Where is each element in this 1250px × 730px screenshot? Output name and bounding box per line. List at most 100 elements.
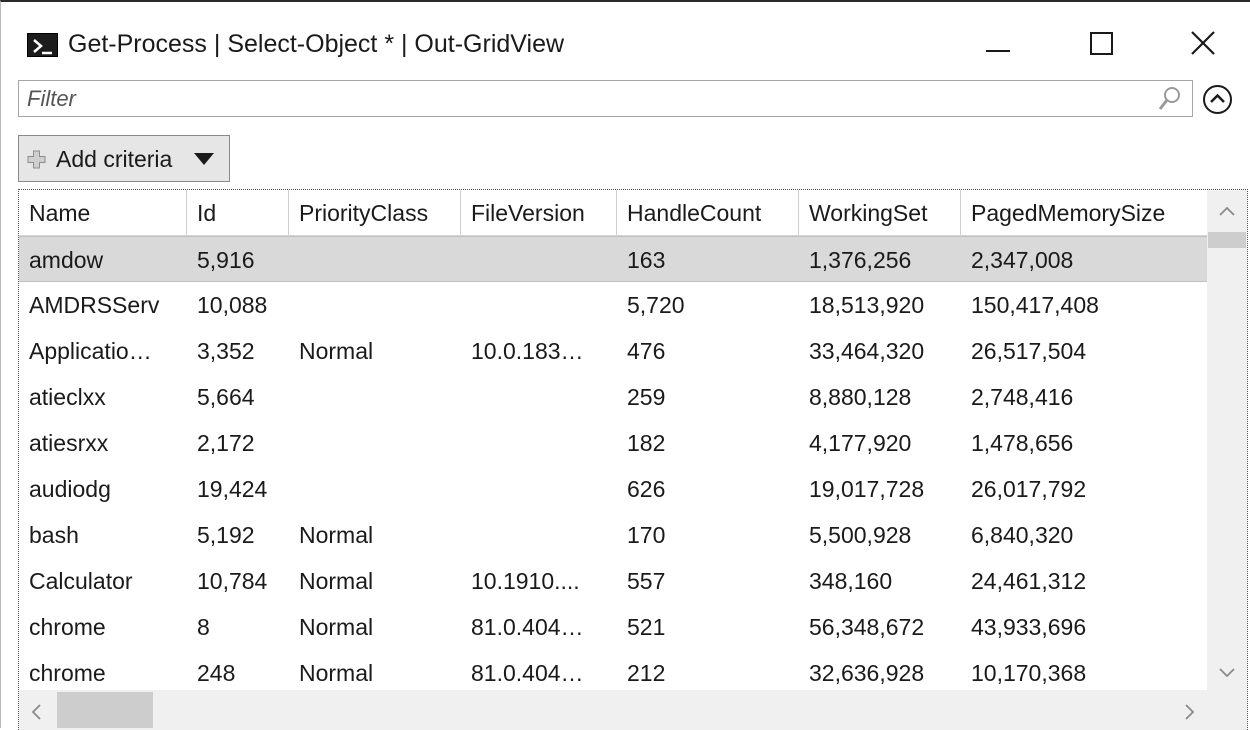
- cell-pagedmemorysize: 2,347,008: [971, 247, 1074, 273]
- filter-box: [18, 80, 1193, 117]
- horizontal-scroll-thumb[interactable]: [57, 692, 153, 728]
- scroll-up-icon[interactable]: [1217, 204, 1237, 218]
- cell-workingset: 5,500,928: [809, 522, 912, 548]
- title-bar[interactable]: Get-Process | Select-Object * | Out-Grid…: [1, 2, 1250, 84]
- table-row[interactable]: bash 5,192 Normal 170 5,500,928 6,840,32…: [19, 512, 1209, 558]
- cell-id: 2,172: [197, 430, 255, 456]
- close-button[interactable]: [1173, 20, 1233, 70]
- caret-down-icon: [194, 153, 214, 165]
- cell-priorityclass: [289, 466, 461, 512]
- cell-priorityclass: [289, 374, 461, 420]
- chevron-up-circle-icon[interactable]: [1202, 84, 1233, 115]
- cell-handlecount: 5,720: [627, 292, 685, 318]
- column-header-priorityclass[interactable]: PriorityClass: [289, 190, 461, 236]
- cell-priorityclass: Normal: [299, 338, 374, 364]
- cell-fileversion: [461, 512, 617, 558]
- cell-workingset: 56,348,672: [809, 614, 925, 640]
- cell-priorityclass: Normal: [299, 522, 374, 548]
- cell-pagedmemorysize: 43,933,696: [971, 614, 1087, 640]
- cell-id: 5,664: [197, 384, 255, 410]
- grid-view-window: Get-Process | Select-Object * | Out-Grid…: [0, 0, 1250, 730]
- cell-pagedmemorysize: 150,417,408: [971, 292, 1099, 318]
- cell-name: chrome: [29, 614, 106, 640]
- cell-priorityclass: [289, 237, 461, 283]
- cell-handlecount: 182: [627, 430, 666, 456]
- grid-header: Name Id PriorityClass FileVersion Handle…: [19, 190, 1209, 236]
- cell-pagedmemorysize: 26,517,504: [971, 338, 1087, 364]
- cell-name: bash: [29, 522, 79, 548]
- table-row[interactable]: atieclxx 5,664 259 8,880,128 2,748,416: [19, 374, 1209, 420]
- cell-fileversion: [461, 466, 617, 512]
- column-header-id[interactable]: Id: [187, 190, 289, 236]
- cell-workingset: 18,513,920: [809, 292, 925, 318]
- column-header-name[interactable]: Name: [19, 190, 187, 236]
- cell-priorityclass: [289, 282, 461, 328]
- table-row[interactable]: atiesrxx 2,172 182 4,177,920 1,478,656: [19, 420, 1209, 466]
- cell-name: Calculator: [29, 568, 133, 594]
- minimize-icon: [986, 50, 1010, 52]
- cell-name: atiesrxx: [29, 430, 109, 456]
- cell-workingset: 19,017,728: [809, 476, 925, 502]
- cell-fileversion: [461, 237, 617, 283]
- maximize-icon: [1090, 32, 1113, 55]
- cell-id: 10,784: [197, 568, 268, 594]
- cell-handlecount: 163: [627, 247, 666, 273]
- cell-pagedmemorysize: 2,748,416: [971, 384, 1074, 410]
- cell-id: 8: [197, 614, 210, 640]
- add-criteria-label: Add criteria: [56, 146, 173, 172]
- cell-name: Applicatio…: [29, 338, 152, 364]
- cell-name: AMDRSServ: [29, 292, 160, 318]
- cell-handlecount: 626: [627, 476, 666, 502]
- table-row[interactable]: audiodg 19,424 626 19,017,728 26,017,792: [19, 466, 1209, 512]
- column-header-workingset[interactable]: WorkingSet: [799, 190, 961, 236]
- minimize-button[interactable]: [966, 20, 1026, 70]
- column-header-fileversion[interactable]: FileVersion: [461, 190, 617, 236]
- cell-workingset: 8,880,128: [809, 384, 912, 410]
- plus-icon: [27, 150, 46, 169]
- cell-workingset: 4,177,920: [809, 430, 912, 456]
- scroll-left-icon[interactable]: [29, 702, 43, 722]
- cell-id: 19,424: [197, 476, 268, 502]
- cell-workingset: 33,464,320: [809, 338, 925, 364]
- cell-priorityclass: Normal: [299, 568, 374, 594]
- scroll-right-icon[interactable]: [1183, 702, 1197, 722]
- column-header-pagedmemorysize[interactable]: PagedMemorySize: [961, 190, 1209, 236]
- column-header-handlecount[interactable]: HandleCount: [617, 190, 799, 236]
- cell-id: 3,352: [197, 338, 255, 364]
- horizontal-scrollbar[interactable]: [19, 690, 1247, 730]
- table-row-selected[interactable]: amdow 5,916 163 1,376,256 2,347,008: [19, 236, 1209, 282]
- table-row[interactable]: Calculator 10,784 Normal 10.1910.... 557…: [19, 558, 1209, 604]
- cell-fileversion: [461, 420, 617, 466]
- cell-priorityclass: Normal: [299, 614, 374, 640]
- cell-handlecount: 521: [627, 614, 666, 640]
- add-criteria-button[interactable]: Add criteria: [18, 135, 230, 182]
- scroll-down-icon[interactable]: [1217, 666, 1237, 680]
- cell-priorityclass: [289, 420, 461, 466]
- vertical-scrollbar[interactable]: [1207, 190, 1247, 690]
- cell-handlecount: 557: [627, 568, 666, 594]
- cell-name: audiodg: [29, 476, 111, 502]
- cell-fileversion: 10.1910....: [471, 568, 580, 594]
- window-title: Get-Process | Select-Object * | Out-Grid…: [68, 30, 565, 58]
- table-row[interactable]: Applicatio… 3,352 Normal 10.0.183… 476 3…: [19, 328, 1209, 374]
- vertical-scroll-thumb[interactable]: [1208, 232, 1246, 248]
- cell-workingset: 1,376,256: [809, 247, 912, 273]
- search-icon[interactable]: [1158, 86, 1182, 112]
- cell-pagedmemorysize: 24,461,312: [971, 568, 1087, 594]
- cell-workingset: 348,160: [809, 568, 893, 594]
- cell-id: 5,916: [197, 247, 255, 273]
- cell-fileversion: 10.0.183…: [471, 338, 584, 364]
- cell-fileversion: [461, 374, 617, 420]
- cell-id: 5,192: [197, 522, 255, 548]
- cell-name: amdow: [29, 247, 104, 273]
- data-grid: Name Id PriorityClass FileVersion Handle…: [18, 189, 1248, 730]
- cell-pagedmemorysize: 26,017,792: [971, 476, 1087, 502]
- cell-handlecount: 170: [627, 522, 666, 548]
- filter-input[interactable]: [19, 81, 1139, 116]
- table-row[interactable]: AMDRSServ 10,088 5,720 18,513,920 150,41…: [19, 282, 1209, 328]
- cell-id: 10,088: [197, 292, 268, 318]
- cell-handlecount: 476: [627, 338, 666, 364]
- maximize-button[interactable]: [1071, 20, 1131, 70]
- cell-pagedmemorysize: 6,840,320: [971, 522, 1074, 548]
- table-row[interactable]: chrome 8 Normal 81.0.404… 521 56,348,672…: [19, 604, 1209, 650]
